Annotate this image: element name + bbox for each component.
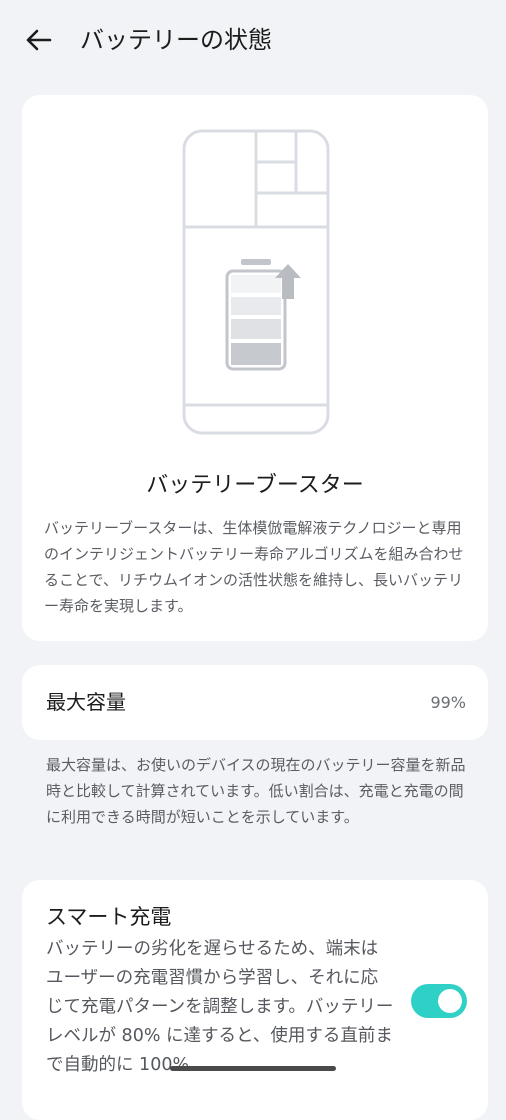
max-capacity-description: 最大容量は、お使いのデバイスの現在のバッテリー容量を新品時と比較して計算されてい… <box>46 756 466 826</box>
booster-title: バッテリーブースター <box>146 473 364 498</box>
arrow-left-icon <box>26 29 52 51</box>
toggle-knob <box>438 989 462 1013</box>
smart-charging-title: スマート充電 <box>46 905 172 929</box>
page-title: バッテリーの状態 <box>80 26 272 54</box>
smart-charging-card: スマート充電 バッテリーの劣化を遅らせるため、端末はユーザーの充電習慣から学習し… <box>22 880 488 1120</box>
smart-charging-toggle[interactable] <box>411 984 467 1018</box>
smart-charging-description: バッテリーの劣化を遅らせるため、端末はユーザーの充電習慣から学習し、それに応じて… <box>46 939 394 1075</box>
max-capacity-label: 最大容量 <box>46 690 126 714</box>
battery-booster-card: バッテリーブースター バッテリーブースターは、生体模倣電解液テクノロジーと専用の… <box>22 95 488 641</box>
home-indicator[interactable] <box>170 1066 336 1071</box>
back-button[interactable] <box>22 22 58 58</box>
booster-description: バッテリーブースターは、生体模倣電解液テクノロジーと専用のインテリジェントバッテ… <box>44 519 464 615</box>
app-header: バッテリーの状態 <box>0 0 506 80</box>
max-capacity-row[interactable]: 最大容量 99% <box>22 665 488 740</box>
max-capacity-value: 99% <box>430 693 466 712</box>
phone-illustration <box>182 129 330 435</box>
